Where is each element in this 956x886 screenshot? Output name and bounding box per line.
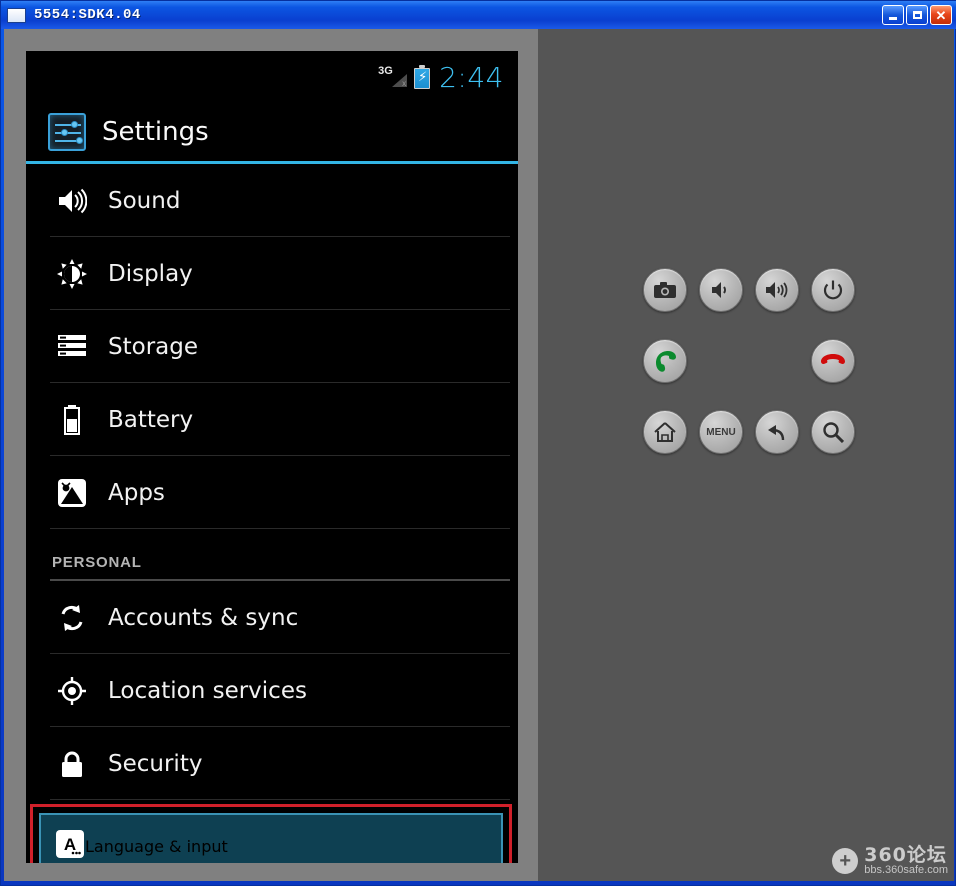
- settings-section-personal: PERSONAL: [26, 529, 518, 581]
- back-arrow-icon: [768, 425, 785, 441]
- phone-screen: 3G x ⚡ 2:44 Settings Sound Display Stora…: [26, 51, 518, 863]
- settings-item-label: Location services: [108, 677, 307, 704]
- end-call-button[interactable]: [811, 339, 855, 383]
- settings-item-apps[interactable]: Apps: [26, 456, 518, 529]
- window-titlebar: 5554:SDK4.04 ✕: [1, 1, 956, 29]
- volume-up-button[interactable]: [755, 268, 799, 312]
- settings-item-label: Sound: [108, 187, 181, 214]
- maximize-button[interactable]: [906, 5, 928, 25]
- emulator-controls-panel: MENU 1! 2@ 3# 4$: [538, 29, 954, 881]
- settings-sliders-icon: [48, 113, 86, 151]
- settings-item-accounts-sync[interactable]: Accounts & sync: [26, 581, 518, 654]
- speaker-icon: [50, 179, 94, 223]
- watermark-text: 360论坛 bbs.360safe.com: [864, 843, 948, 877]
- maximize-icon: [912, 11, 922, 19]
- camera-button[interactable]: [643, 268, 687, 312]
- settings-item-label: Storage: [108, 333, 198, 360]
- close-button[interactable]: ✕: [930, 5, 952, 25]
- storage-bars-icon: [50, 325, 94, 369]
- menu-button[interactable]: MENU: [699, 410, 743, 454]
- section-label: PERSONAL: [52, 554, 142, 571]
- battery-charging-icon: ⚡: [414, 65, 431, 89]
- settings-item-label: Security: [108, 750, 203, 777]
- home-button[interactable]: [643, 410, 687, 454]
- volume-down-icon: [712, 282, 726, 298]
- selected-row-highlight: A Language & input: [39, 813, 503, 863]
- settings-item-language-input[interactable]: A Language & input: [30, 804, 512, 863]
- no-service-x-icon: x: [402, 79, 407, 88]
- home-icon: [654, 422, 676, 442]
- android-status-bar: 3G x ⚡ 2:44: [26, 51, 518, 103]
- android-apps-icon: [50, 471, 94, 515]
- watermark: + 360论坛 bbs.360safe.com: [832, 843, 948, 877]
- status-clock: 2:44: [439, 60, 504, 94]
- charging-bolt-icon: ⚡: [418, 70, 428, 85]
- network-type-label: 3G: [378, 65, 393, 77]
- settings-item-label: Apps: [108, 479, 165, 506]
- close-icon: ✕: [935, 7, 947, 23]
- settings-item-security[interactable]: Security: [26, 727, 518, 800]
- minimize-button[interactable]: [882, 5, 904, 25]
- power-button[interactable]: [811, 268, 855, 312]
- location-crosshair-icon: [50, 669, 94, 713]
- window-icon: [7, 7, 26, 23]
- settings-item-label: Language & input: [85, 836, 228, 856]
- window-controls: ✕: [882, 5, 952, 25]
- call-green-icon: [656, 351, 676, 372]
- brightness-sun-icon: [50, 252, 94, 296]
- volume-up-icon: [766, 282, 788, 298]
- row-divider: [50, 799, 510, 800]
- lock-icon: [50, 742, 94, 786]
- menu-button-label: MENU: [706, 426, 736, 438]
- page-title: Settings: [102, 117, 209, 147]
- window-title: 5554:SDK4.04: [34, 7, 141, 23]
- camera-icon: [654, 282, 676, 298]
- watermark-title: 360论坛: [864, 843, 947, 866]
- minimize-icon: [889, 16, 897, 20]
- language-a-icon: A: [55, 829, 85, 863]
- search-button[interactable]: [811, 410, 855, 454]
- device-frame: 3G x ⚡ 2:44 Settings Sound Display Stora…: [4, 29, 538, 881]
- settings-item-label: Display: [108, 260, 193, 287]
- settings-item-sound[interactable]: Sound: [26, 164, 518, 237]
- settings-item-label: Accounts & sync: [108, 604, 299, 631]
- signal-3g-icon: 3G x: [378, 65, 408, 89]
- settings-item-location-services[interactable]: Location services: [26, 654, 518, 727]
- emulator-body: 3G x ⚡ 2:44 Settings Sound Display Stora…: [4, 29, 954, 881]
- settings-item-display[interactable]: Display: [26, 237, 518, 310]
- svg-text:A: A: [64, 835, 76, 854]
- search-icon: [823, 422, 844, 443]
- settings-item-label: Battery: [108, 406, 194, 433]
- power-icon: [823, 280, 843, 300]
- settings-item-battery[interactable]: Battery: [26, 383, 518, 456]
- back-button[interactable]: [755, 410, 799, 454]
- end-call-red-icon: [821, 354, 845, 365]
- settings-header: Settings: [26, 103, 518, 161]
- settings-item-storage[interactable]: Storage: [26, 310, 518, 383]
- plus-circle-icon: +: [832, 848, 859, 875]
- watermark-url: bbs.360safe.com: [864, 864, 948, 877]
- emulator-window: 5554:SDK4.04 ✕ 3G x ⚡ 2:44 Settings Soun…: [0, 0, 956, 886]
- volume-down-button[interactable]: [699, 268, 743, 312]
- battery-icon: [50, 398, 94, 442]
- sync-arrows-icon: [50, 596, 94, 640]
- call-button[interactable]: [643, 339, 687, 383]
